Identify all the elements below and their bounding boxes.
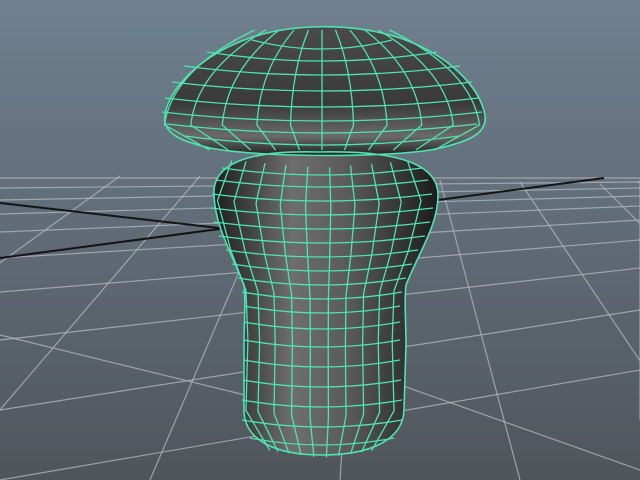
- 3d-viewport[interactable]: [0, 0, 640, 480]
- viewport-scene[interactable]: [0, 0, 640, 480]
